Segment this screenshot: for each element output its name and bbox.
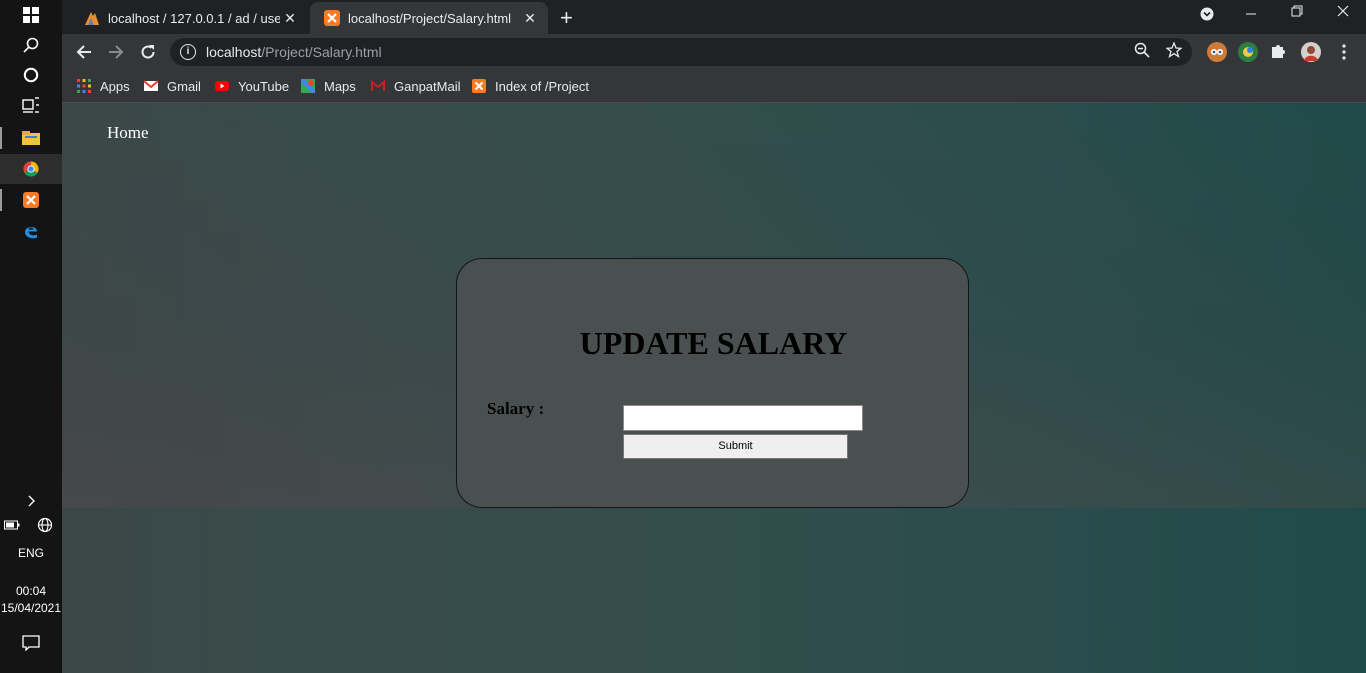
bookmark-gmail[interactable]: Gmail bbox=[144, 76, 201, 96]
bookmark-label: Apps bbox=[100, 78, 130, 94]
file-explorer-icon[interactable] bbox=[0, 123, 62, 153]
extensions-puzzle-icon[interactable] bbox=[1270, 42, 1290, 62]
close-tab-icon[interactable]: ✕ bbox=[522, 10, 538, 27]
zoom-icon[interactable] bbox=[1134, 42, 1150, 62]
new-tab-button[interactable]: + bbox=[560, 5, 573, 31]
address-bar[interactable]: i localhost/Project/Salary.html bbox=[170, 38, 1192, 66]
chrome-menu-icon[interactable] bbox=[1332, 40, 1356, 64]
windows-taskbar: ENG 00:04 15/04/2021 bbox=[0, 0, 62, 673]
phpmyadmin-icon bbox=[85, 12, 99, 25]
reload-icon[interactable] bbox=[136, 40, 160, 64]
xampp-icon bbox=[324, 10, 340, 26]
notifications-icon[interactable] bbox=[0, 628, 62, 658]
edge-icon[interactable] bbox=[0, 216, 62, 246]
bookmark-ganpatmail[interactable]: GanpatMail bbox=[371, 76, 460, 96]
bookmark-label: Index of /Project bbox=[495, 78, 589, 94]
bookmark-star-icon[interactable] bbox=[1165, 41, 1183, 62]
task-view-icon[interactable] bbox=[0, 90, 62, 120]
bookmark-apps[interactable]: Apps bbox=[77, 76, 130, 96]
update-salary-form: UPDATE SALARY Salary : Submit bbox=[456, 258, 969, 508]
chrome-taskbar-icon[interactable] bbox=[0, 154, 62, 184]
gmail-icon bbox=[371, 79, 385, 91]
xampp-icon bbox=[472, 79, 486, 93]
submit-button[interactable]: Submit bbox=[623, 434, 848, 459]
bookmark-label: Gmail bbox=[167, 78, 201, 94]
tab-salary[interactable]: localhost/Project/Salary.html ✕ bbox=[310, 2, 548, 34]
windows-start-icon[interactable] bbox=[0, 0, 62, 30]
site-info-icon[interactable]: i bbox=[180, 44, 196, 60]
form-title: UPDATE SALARY bbox=[579, 325, 848, 361]
bookmark-label: Maps bbox=[324, 78, 356, 94]
page-content: Home UPDATE SALARY Salary : Submit bbox=[62, 103, 1366, 673]
apps-grid-icon bbox=[77, 79, 91, 93]
salary-input[interactable] bbox=[623, 405, 863, 431]
bookmark-index-project[interactable]: Index of /Project bbox=[472, 76, 589, 96]
forward-icon[interactable] bbox=[104, 40, 128, 64]
tab-search-icon[interactable] bbox=[1184, 7, 1230, 24]
bookmark-maps[interactable]: Maps bbox=[301, 76, 356, 96]
bookmarks-bar: Apps Gmail YouTube Maps GanpatMail Index… bbox=[62, 70, 1366, 103]
restore-icon[interactable] bbox=[1274, 4, 1320, 21]
tab-title: localhost / 127.0.0.1 / ad / user_l bbox=[108, 10, 280, 26]
extension-owl-icon[interactable] bbox=[1207, 42, 1227, 62]
search-icon[interactable] bbox=[0, 30, 62, 60]
gmail-icon bbox=[144, 80, 158, 91]
maps-icon bbox=[301, 79, 315, 93]
clock-date[interactable]: 15/04/2021 bbox=[0, 601, 62, 615]
tab-phpmyadmin[interactable]: localhost / 127.0.0.1 / ad / user_l ✕ bbox=[70, 2, 308, 34]
url-host: localhost bbox=[206, 44, 262, 60]
xampp-icon[interactable] bbox=[0, 185, 62, 215]
bookmark-label: GanpatMail bbox=[394, 78, 461, 94]
salary-label: Salary : bbox=[487, 399, 545, 418]
network-globe-icon[interactable] bbox=[30, 510, 60, 540]
bookmark-youtube[interactable]: YouTube bbox=[215, 76, 289, 96]
bookmark-label: YouTube bbox=[238, 78, 290, 94]
language-indicator[interactable]: ENG bbox=[0, 546, 62, 560]
nav-home-link[interactable]: Home bbox=[107, 123, 149, 143]
browser-tab-bar: localhost / 127.0.0.1 / ad / user_l ✕ lo… bbox=[62, 0, 1366, 34]
tab-title: localhost/Project/Salary.html bbox=[348, 10, 512, 26]
back-icon[interactable] bbox=[72, 40, 96, 64]
close-window-icon[interactable] bbox=[1320, 4, 1366, 21]
close-tab-icon[interactable]: ✕ bbox=[282, 10, 298, 27]
minimize-icon[interactable] bbox=[1228, 4, 1274, 21]
profile-avatar[interactable] bbox=[1301, 42, 1321, 62]
browser-toolbar: i localhost/Project/Salary.html bbox=[62, 34, 1366, 70]
clock-time[interactable]: 00:04 bbox=[0, 584, 62, 598]
battery-icon[interactable] bbox=[0, 510, 32, 540]
cortana-icon[interactable] bbox=[0, 60, 62, 90]
extension-green-icon[interactable] bbox=[1238, 42, 1258, 62]
youtube-icon bbox=[215, 81, 229, 91]
url-path: /Project/Salary.html bbox=[261, 44, 382, 60]
